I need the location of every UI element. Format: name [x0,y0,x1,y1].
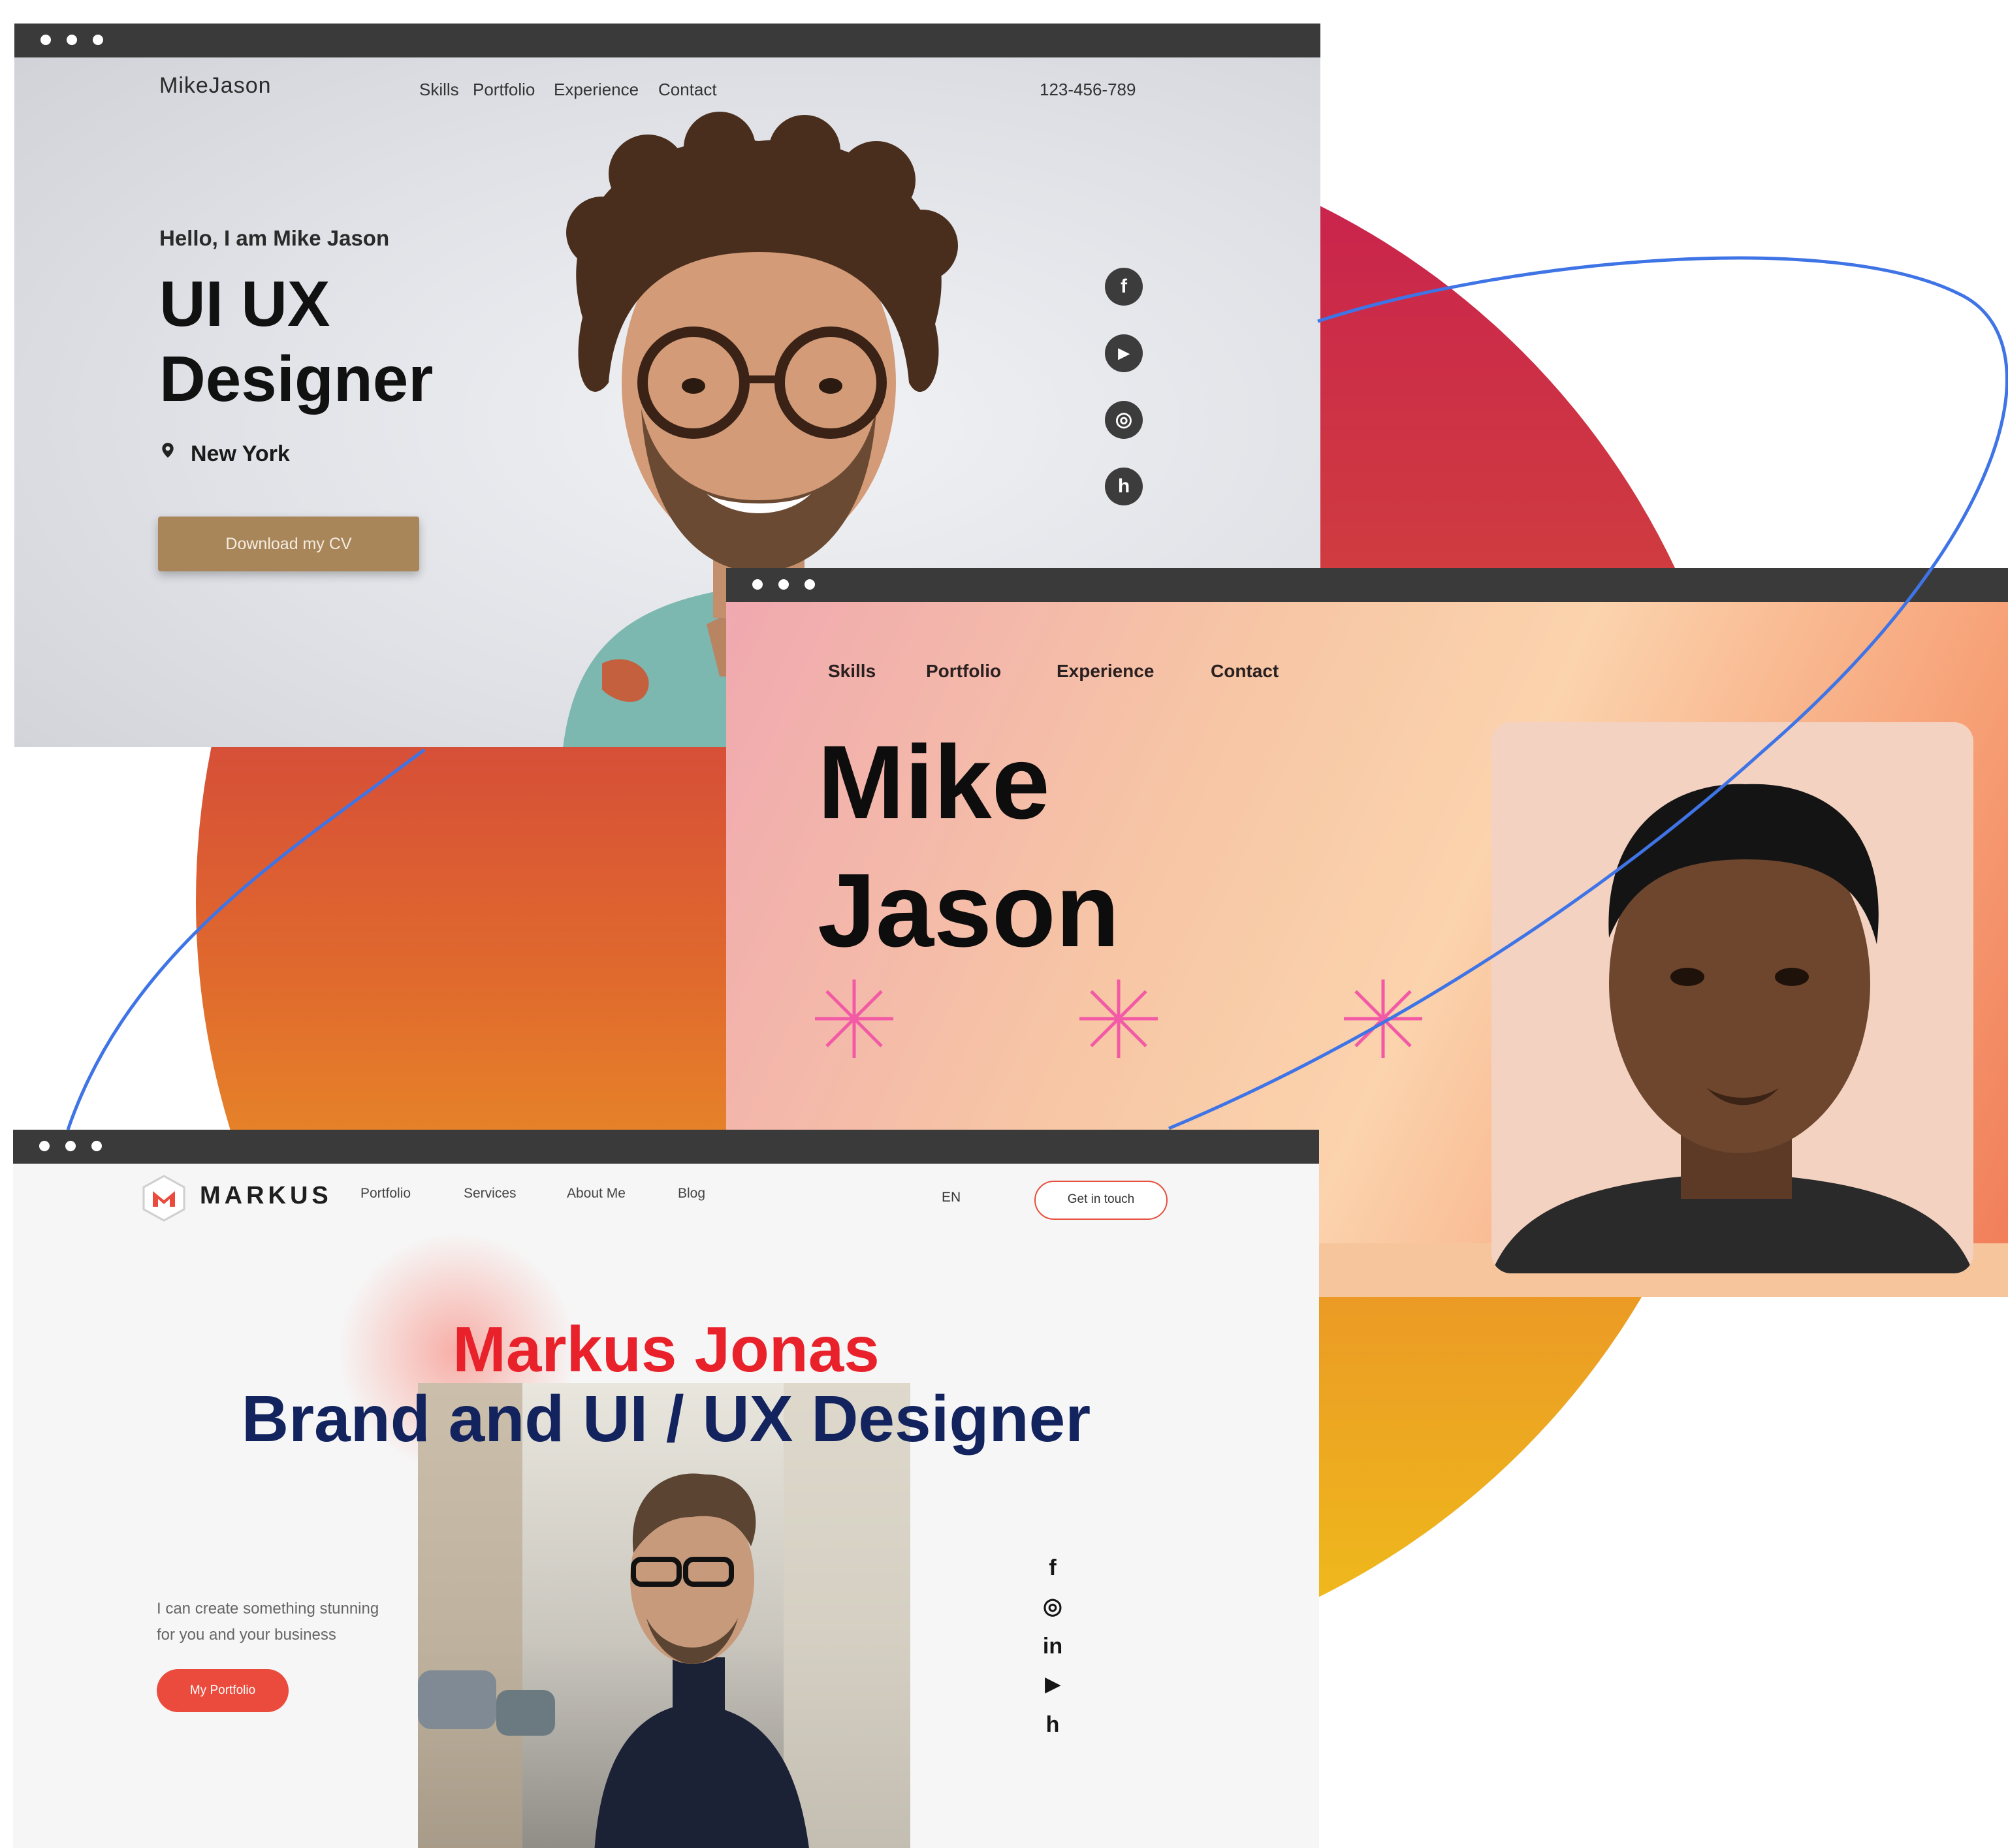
decorative-orbit-line [66,256,2008,1130]
